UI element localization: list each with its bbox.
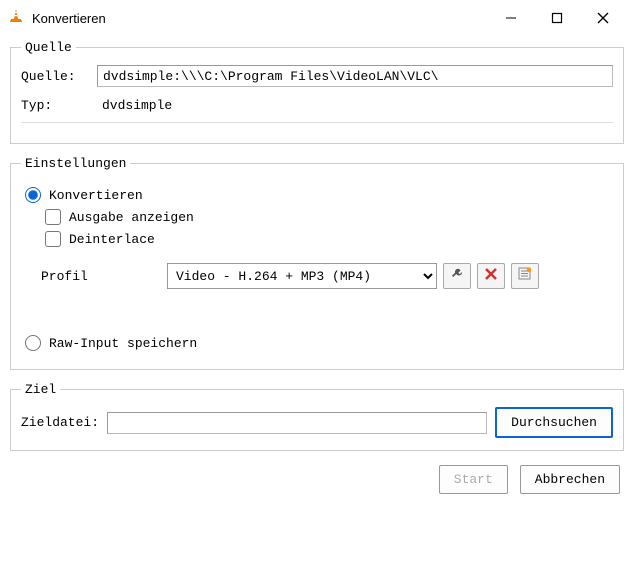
cancel-button[interactable]: Abbrechen (520, 465, 620, 494)
new-profile-button[interactable] (511, 263, 539, 289)
edit-profile-button[interactable] (443, 263, 471, 289)
destination-group: Ziel Zieldatei: Durchsuchen (10, 382, 624, 451)
destination-label: Zieldatei: (21, 415, 99, 430)
profile-select[interactable]: Video - H.264 + MP3 (MP4) (167, 263, 437, 289)
show-output-checkbox[interactable] (45, 209, 61, 225)
convert-label: Konvertieren (49, 188, 143, 203)
minimize-button[interactable] (488, 3, 534, 33)
browse-button[interactable]: Durchsuchen (495, 407, 613, 438)
delete-profile-button[interactable] (477, 263, 505, 289)
close-button[interactable] (580, 3, 626, 33)
deinterlace-checkbox[interactable] (45, 231, 61, 247)
source-label: Quelle: (21, 69, 89, 84)
new-list-icon (518, 267, 532, 285)
source-input[interactable] (97, 65, 613, 87)
vlc-cone-icon (8, 8, 24, 28)
type-label: Typ: (21, 98, 89, 113)
titlebar: Konvertieren (0, 0, 634, 36)
convert-radio[interactable] (25, 187, 41, 203)
destination-input[interactable] (107, 412, 487, 434)
x-icon (485, 268, 497, 284)
destination-legend: Ziel (21, 382, 60, 397)
source-legend: Quelle (21, 40, 76, 55)
deinterlace-label: Deinterlace (69, 232, 155, 247)
type-value: dvdsimple (97, 95, 177, 116)
wrench-icon (450, 267, 464, 285)
show-output-label: Ausgabe anzeigen (69, 210, 194, 225)
settings-legend: Einstellungen (21, 156, 130, 171)
window-controls (488, 3, 626, 33)
start-button[interactable]: Start (439, 465, 508, 494)
raw-input-label: Raw-Input speichern (49, 336, 197, 351)
source-group: Quelle Quelle: Typ: dvdsimple (10, 40, 624, 144)
raw-input-radio[interactable] (25, 335, 41, 351)
window-title: Konvertieren (32, 11, 488, 26)
profile-label: Profil (41, 269, 161, 284)
settings-group: Einstellungen Konvertieren Ausgabe anzei… (10, 156, 624, 370)
maximize-button[interactable] (534, 3, 580, 33)
